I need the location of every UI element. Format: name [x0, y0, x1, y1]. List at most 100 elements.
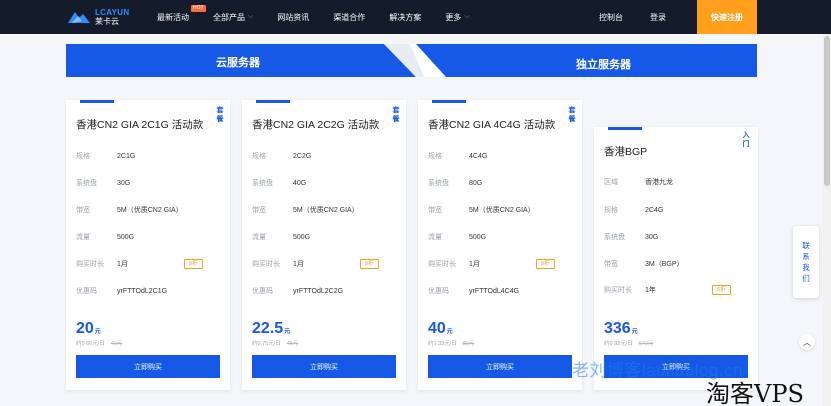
buy-now-button[interactable]: 立即购买 [76, 355, 220, 378]
spec-row: 规格 2C1G [76, 150, 135, 162]
chevron-up-icon: ︿ [803, 337, 811, 347]
coupon-code: yrFTTOdL2C2G [293, 287, 344, 295]
scrollbar-thumb[interactable] [824, 36, 830, 186]
spec-value: 4C4G [469, 152, 488, 160]
spec-row[interactable]: 购买时长 1年 5折 [604, 284, 748, 296]
spec-row: 优惠码 yrFTTOdL2C1G [76, 285, 167, 297]
nav-item-products[interactable]: 全部产品 ⌵ [213, 12, 253, 23]
spec-value: 2C4G [645, 206, 664, 214]
spec-row: 带宽 5M（优质CN2 GIA） [428, 204, 535, 216]
coupon-code: yrFTTOdL2C1G [117, 287, 168, 295]
spec-value: 5M（优质CN2 GIA） [293, 207, 359, 214]
tab-cloud-server[interactable]: 云服务器 [66, 44, 416, 77]
console-link[interactable]: 控制台 [599, 0, 623, 34]
spec-value: 500G [293, 233, 311, 241]
spec-row: 流量 500G [428, 231, 486, 243]
spec-value: 30G [645, 233, 659, 241]
main-nav: 最新活动 HOT 全部产品 ⌵ 网站资讯 渠道合作 解决方案 更多 ⌵ [157, 0, 494, 34]
price-unit: 元 [631, 329, 638, 335]
card-accent-bar [256, 100, 290, 103]
signup-button[interactable]: 快速注册 [697, 0, 757, 34]
discount-tag: 5折 [712, 285, 731, 295]
price-value: 22.5 [252, 320, 284, 337]
nav-item-more[interactable]: 更多 ⌵ [445, 12, 469, 23]
spec-value: 3M（BGP） [645, 261, 684, 268]
spec-value: 1月 [293, 261, 304, 268]
spec-key: 规格 [428, 153, 442, 160]
price: 40元 [428, 320, 453, 338]
spec-value: 1月 [117, 261, 128, 268]
tab-dedicated-server[interactable]: 独立服务器 [416, 44, 757, 77]
logo-text-en: LCAYUN [95, 7, 130, 17]
original-price: 80元 [462, 341, 475, 347]
discount-tag: 9折 [536, 259, 555, 269]
spec-row[interactable]: 购买时长 1月 9折 [76, 258, 220, 270]
spec-key: 系统盘 [76, 180, 97, 187]
spec-row: 系统盘 40G [252, 177, 306, 189]
spec-row: 区域 香港九龙 [604, 176, 673, 188]
price-sub: 约0.92元/日 672元 [604, 339, 653, 347]
spec-row: 系统盘 30G [76, 177, 130, 189]
spec-key: 购买时长 [428, 261, 456, 268]
spec-key: 带宽 [604, 261, 618, 268]
spec-row: 优惠码 yrFTTOdL2C2G [252, 285, 343, 297]
card-accent-bar [432, 100, 466, 103]
buy-now-button[interactable]: 立即购买 [252, 355, 396, 378]
spec-value: 香港九龙 [645, 179, 673, 186]
nav-item-label: 渠道合作 [333, 12, 366, 22]
card-accent-bar [608, 127, 642, 130]
spec-value: 5M（优质CN2 GIA） [469, 207, 535, 214]
spec-value: 40G [293, 179, 307, 187]
product-card: 套餐 香港CN2 GIA 2C2G 活动款 规格 2C2G 系统盘 40G 带宽 5M… [242, 100, 406, 390]
login-link[interactable]: 登录 [650, 0, 666, 34]
nav-item-label: 解决方案 [389, 12, 422, 22]
daily-price: 约0.66元/日 [76, 341, 105, 347]
card-title: 香港BGP [604, 146, 648, 158]
contact-us-label: 联系我们 [802, 241, 810, 283]
nav-item-label: 全部产品 [213, 12, 245, 22]
spec-row[interactable]: 购买时长 1月 9折 [252, 258, 396, 270]
price-sub: 约1.33元/日 80元 [428, 339, 474, 347]
product-card: 入门 香港BGP 区域 香港九龙 规格 2C4G 系统盘 30G 带宽 3M（BGP） … [594, 127, 758, 390]
spec-value: 1月 [469, 261, 480, 268]
spec-key: 购买时长 [604, 287, 632, 294]
contact-us-panel[interactable]: 联系我们 [793, 226, 819, 298]
buy-now-button[interactable]: 立即购买 [428, 355, 572, 378]
card-accent-bar [80, 100, 114, 103]
original-price: 45元 [286, 341, 299, 347]
spec-key: 带宽 [428, 207, 442, 214]
spec-key: 购买时长 [252, 261, 280, 268]
price: 22.5元 [252, 320, 290, 338]
card-side-tag: 套餐 [568, 107, 576, 123]
nav-item-channel[interactable]: 渠道合作 [333, 12, 365, 23]
tab-label: 云服务器 [216, 57, 260, 69]
price-unit: 元 [446, 329, 453, 335]
server-type-tabs: 独立服务器 云服务器 [66, 44, 757, 77]
spec-key: 流量 [76, 234, 90, 241]
back-to-top-button[interactable]: ︿ [799, 334, 815, 350]
nav-item-news[interactable]: 网站资讯 [277, 12, 309, 23]
spec-row: 优惠码 yrFTTOdL4C4G [428, 285, 519, 297]
spec-key: 系统盘 [604, 234, 625, 241]
spec-key: 带宽 [76, 207, 90, 214]
spec-key: 规格 [252, 153, 266, 160]
nav-item-latest[interactable]: 最新活动 HOT [157, 4, 206, 23]
daily-price: 约0.92元/日 [604, 341, 633, 347]
spec-key: 系统盘 [252, 180, 273, 187]
price-unit: 元 [284, 329, 291, 335]
top-navbar: LCAYUN 莱卡云 最新活动 HOT 全部产品 ⌵ 网站资讯 渠道合作 解决方… [0, 0, 831, 34]
spec-key: 流量 [428, 234, 442, 241]
spec-value: 2C1G [117, 152, 136, 160]
price-value: 40 [428, 320, 446, 337]
logo[interactable]: LCAYUN 莱卡云 [66, 7, 129, 27]
card-side-tag: 入门 [742, 132, 750, 148]
spec-row: 带宽 5M（优质CN2 GIA） [252, 204, 359, 216]
nav-item-solutions[interactable]: 解决方案 [389, 12, 421, 23]
card-title: 香港CN2 GIA 2C2G 活动款 [252, 119, 380, 131]
logo-text-cn: 莱卡云 [95, 16, 119, 26]
spec-value: 30G [117, 179, 131, 187]
spec-key: 优惠码 [252, 288, 273, 295]
spec-row: 带宽 3M（BGP） [604, 258, 684, 270]
spec-row[interactable]: 购买时长 1月 9折 [428, 258, 572, 270]
spec-value: 5M（优质CN2 GIA） [117, 207, 183, 214]
